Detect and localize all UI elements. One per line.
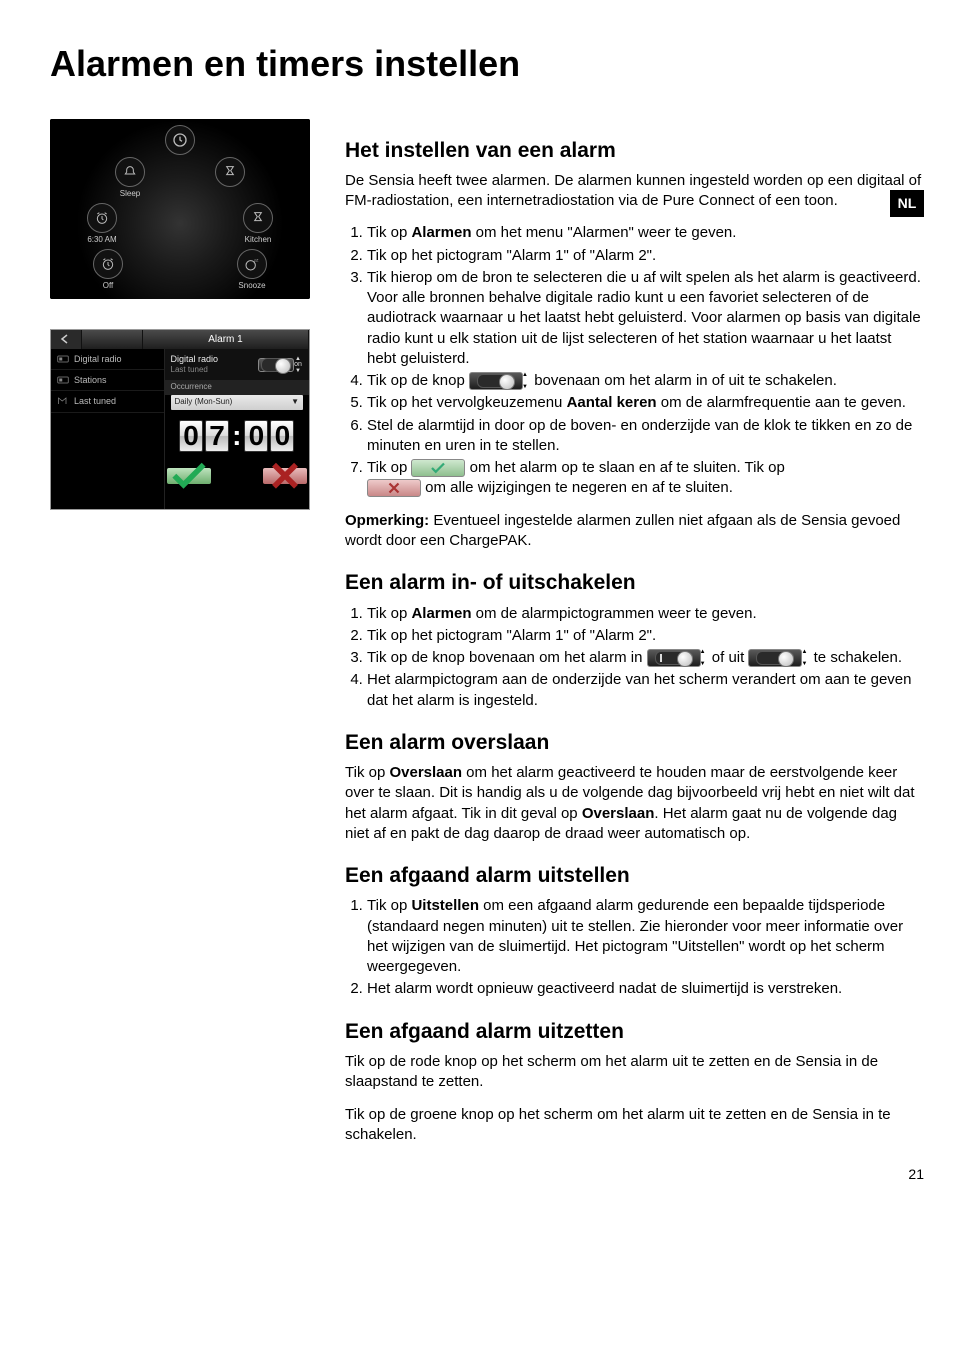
hourglass-icon	[243, 203, 273, 233]
hourglass-icon	[215, 157, 245, 187]
paragraph: Tik op Overslaan om het alarm geactiveer…	[345, 763, 924, 844]
stepper-icon: ▲▼	[698, 649, 708, 667]
alarm-source-toggle[interactable]: Digital radio Last tuned ▲on▼	[165, 349, 309, 380]
page-number: 21	[50, 1165, 924, 1184]
stepper-icon: ▲▼	[520, 372, 530, 390]
radial-item-timer1	[200, 157, 260, 189]
ordered-list: Tik op Uitstellen om een afgaand alarm g…	[345, 896, 924, 999]
source-list: Digital radio Stations Last tuned	[51, 349, 165, 509]
paragraph: Tik op de rode knop op het scherm om het…	[345, 1052, 924, 1093]
section-heading: Een afgaand alarm uitstellen	[345, 862, 924, 890]
list-item[interactable]: Last tuned	[51, 391, 164, 412]
back-button[interactable]	[51, 330, 82, 350]
radial-item-alarm-630: 6:30 AM	[72, 203, 132, 246]
chevron-down-icon: ▼	[291, 397, 299, 408]
radial-item-snooze: zZ Snooze	[222, 249, 282, 292]
occurrence-label: Occurrence	[165, 380, 309, 395]
paragraph: De Sensia heeft twee alarmen. De alarmen…	[345, 171, 924, 212]
note-paragraph: Opmerking: Eventueel ingestelde alarmen …	[345, 511, 924, 552]
section-heading: Een alarm overslaan	[345, 729, 924, 757]
bell-icon	[115, 157, 145, 187]
radial-item-kitchen: Kitchen	[228, 203, 288, 246]
screenshot-alarm-settings: Alarm 1 Digital radio Stations Last tune…	[50, 329, 310, 511]
section-heading: Een afgaand alarm uitzetten	[345, 1018, 924, 1046]
ordered-list: Tik op Alarmen om het menu "Alarmen" wee…	[345, 223, 924, 498]
content-column: NL Het instellen van een alarm De Sensia…	[345, 119, 924, 1157]
tab-alarm1[interactable]: Alarm 1	[143, 330, 309, 350]
language-tab: NL	[890, 190, 924, 217]
list-item[interactable]: Stations	[51, 370, 164, 391]
radial-item-clock	[150, 125, 210, 157]
confirm-button[interactable]	[167, 468, 211, 484]
cancel-button[interactable]	[263, 468, 307, 484]
page-title: Alarmen en timers instellen	[50, 40, 924, 89]
section-heading: Het instellen van een alarm	[345, 137, 924, 165]
ordered-list: Tik op Alarmen om de alarmpictogrammen w…	[345, 604, 924, 711]
toggle-off-icon	[748, 649, 802, 667]
check-icon	[411, 459, 465, 477]
paragraph: Tik op de groene knop op het scherm om h…	[345, 1105, 924, 1146]
occurrence-dropdown[interactable]: Daily (Mon-Sun) ▼	[171, 395, 303, 410]
snooze-icon: zZ	[237, 249, 267, 279]
svg-text:zZ: zZ	[254, 257, 259, 262]
toggle-off-icon	[469, 372, 523, 390]
section-heading: Een alarm in- of uitschakelen	[345, 569, 924, 597]
toggle-on-icon	[647, 649, 701, 667]
figures-column: Sleep 6:30 AM Kitchen	[50, 119, 315, 511]
clock-icon	[165, 125, 195, 155]
stepper-icon: ▲▼	[799, 649, 809, 667]
alarm-time-picker[interactable]: 0 7 : 0 0	[165, 410, 309, 466]
radial-item-off: Off	[78, 249, 138, 292]
radial-item-sleep: Sleep	[100, 157, 160, 200]
alarm-icon	[93, 249, 123, 279]
close-icon	[367, 479, 421, 497]
list-item[interactable]: Digital radio	[51, 349, 164, 370]
screenshot-radial-menu: Sleep 6:30 AM Kitchen	[50, 119, 310, 299]
alarm-icon	[87, 203, 117, 233]
